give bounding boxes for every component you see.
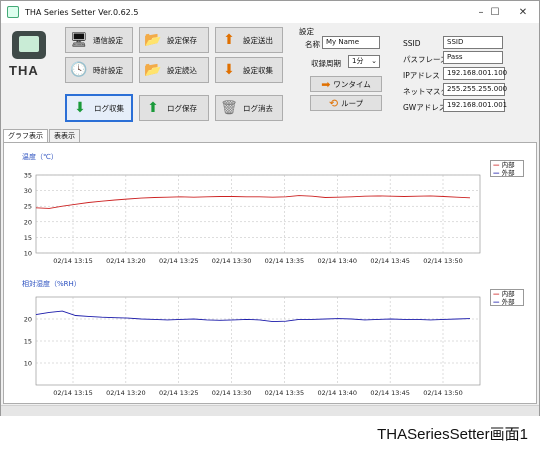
app-icon (7, 6, 19, 18)
window-title: THA Series Setter Ver.0.62.5 (25, 7, 139, 17)
x-tick-label: 02/14 13:45 (370, 257, 410, 265)
y-tick-label: 15 (24, 234, 32, 242)
save-settings-label: 設定保存 (167, 35, 197, 45)
caption-text: THASeriesSetter画面1 (377, 426, 528, 443)
netmask-field[interactable]: 255.255.255.000 (443, 83, 507, 96)
interval-label: 収録周期 (311, 59, 341, 68)
load-settings-button[interactable]: 📂 設定読込 (139, 57, 209, 83)
logo-text: THA (9, 63, 39, 78)
y-tick-label: 20 (24, 316, 32, 324)
y-tick-label: 30 (24, 187, 32, 195)
humidity-chart-title: 相対湿度（%RH） (22, 280, 81, 288)
x-tick-label: 02/14 13:40 (318, 257, 358, 265)
comm-icon: 🖥 (70, 32, 88, 48)
passphrase-field[interactable]: Pass (443, 51, 503, 64)
collect-icon: ⬇ (223, 62, 235, 78)
clock-icon: 🕓 (70, 62, 88, 78)
comm-settings-label: 通信設定 (93, 35, 123, 45)
x-tick-label: 02/14 13:30 (212, 389, 252, 397)
x-tick-label: 02/14 13:20 (106, 257, 146, 265)
send-settings-label: 設定送出 (243, 35, 273, 45)
save-settings-button[interactable]: 📂 設定保存 (139, 27, 209, 53)
y-tick-label: 10 (24, 360, 32, 368)
save-log-button[interactable]: ⬆ ログ保存 (139, 95, 209, 121)
loop-label: ループ (341, 98, 364, 108)
title-bar: THA Series Setter Ver.0.62.5 – ☐ ✕ (1, 1, 539, 23)
x-tick-label: 02/14 13:20 (106, 389, 146, 397)
x-tick-label: 02/14 13:30 (212, 257, 252, 265)
interval-value: 1分 (352, 57, 364, 65)
name-label: 名称 (305, 40, 320, 49)
x-tick-label: 02/14 13:25 (159, 257, 199, 265)
upload-icon: ⬆ (147, 100, 159, 116)
oneshot-label: ワンタイム (333, 79, 371, 89)
y-tick-label: 35 (24, 172, 32, 180)
maximize-button[interactable]: ☐ (481, 1, 509, 23)
folder-open-icon: 📂 (144, 62, 162, 78)
gateway-label: GWアドレス (403, 103, 447, 112)
oneshot-button[interactable]: ➡ ワンタイム (310, 76, 382, 92)
folder-save-icon: 📂 (144, 32, 162, 48)
app-window: THA Series Setter Ver.0.62.5 – ☐ ✕ THA 🖥… (0, 0, 540, 416)
x-tick-label: 02/14 13:15 (53, 389, 93, 397)
save-log-label: ログ保存 (167, 103, 197, 113)
gateway-field[interactable]: 192.168.001.001 (443, 99, 507, 112)
ssid-label: SSID (403, 39, 421, 48)
collect-log-button[interactable]: ⬇ ログ収集 (65, 94, 133, 122)
tab-graph[interactable]: グラフ表示 (3, 129, 48, 142)
loop-button[interactable]: ⟲ ループ (310, 95, 382, 111)
clock-settings-button[interactable]: 🕓 時計設定 (65, 57, 133, 83)
view-tabs: グラフ表示 表表示 (3, 129, 81, 142)
y-tick-label: 25 (24, 203, 32, 211)
collect-settings-label: 設定収集 (243, 65, 273, 75)
interval-select[interactable]: 1分 ⌄ (348, 55, 380, 68)
download-icon: ⬇ (74, 100, 86, 116)
name-field[interactable]: My Name (322, 36, 380, 49)
trash-icon: 🗑 (220, 100, 238, 116)
ip-label: IPアドレス (403, 71, 440, 80)
send-icon: ⬆ (223, 32, 235, 48)
loop-icon: ⟲ (328, 96, 339, 110)
x-tick-label: 02/14 13:25 (159, 389, 199, 397)
humidity-chart: 10 15 20 02/14 13:15 02/14 13:20 02/14 13:25 0… (24, 296, 481, 397)
netmask-label: ネットマスク (403, 87, 448, 96)
x-tick-label: 02/14 13:50 (423, 257, 463, 265)
close-button[interactable]: ✕ (509, 1, 537, 23)
y-tick-label: 15 (24, 338, 32, 346)
x-tick-label: 02/14 13:35 (265, 257, 305, 265)
x-tick-label: 02/14 13:40 (318, 389, 358, 397)
y-tick-label: 10 (24, 250, 32, 258)
ip-field[interactable]: 192.168.001.100 (443, 67, 507, 80)
collect-log-label: ログ収集 (94, 103, 124, 113)
status-bar (1, 405, 539, 416)
clock-settings-label: 時計設定 (93, 65, 123, 75)
x-tick-label: 02/14 13:35 (265, 389, 305, 397)
collect-settings-button[interactable]: ⬇ 設定収集 (215, 57, 283, 83)
device-icon (12, 31, 46, 59)
send-settings-button[interactable]: ⬆ 設定送出 (215, 27, 283, 53)
temperature-chart: 10 15 20 25 30 35 02/14 13:15 02/14 13:20 02/14 … (24, 172, 481, 265)
arrow-right-icon: ➡ (321, 77, 331, 91)
tha-logo: THA (9, 31, 49, 81)
clear-log-button[interactable]: 🗑 ログ消去 (215, 95, 283, 121)
toolbar: THA 🖥 通信設定 📂 設定保存 ⬆ 設定送出 🕓 時計設定 📂 設定読込 ⬇ 設定収集 … (1, 23, 539, 127)
graph-panel: 温度（℃） — 内部 — 外部 10 15 20 25 30 35 02/14 13:15 0… (3, 142, 537, 404)
chevron-down-icon: ⌄ (371, 57, 377, 65)
x-tick-label: 02/14 13:15 (53, 257, 93, 265)
passphrase-label: パスフレーズ (403, 55, 448, 64)
tab-table[interactable]: 表表示 (49, 129, 80, 142)
load-settings-label: 設定読込 (167, 65, 197, 75)
x-tick-label: 02/14 13:50 (423, 389, 463, 397)
comm-settings-button[interactable]: 🖥 通信設定 (65, 27, 133, 53)
x-tick-label: 02/14 13:45 (370, 389, 410, 397)
settings-group-label: 設定 (299, 27, 314, 36)
ssid-field[interactable]: SSID (443, 36, 503, 49)
clear-log-label: ログ消去 (243, 103, 273, 113)
y-tick-label: 20 (24, 218, 32, 226)
